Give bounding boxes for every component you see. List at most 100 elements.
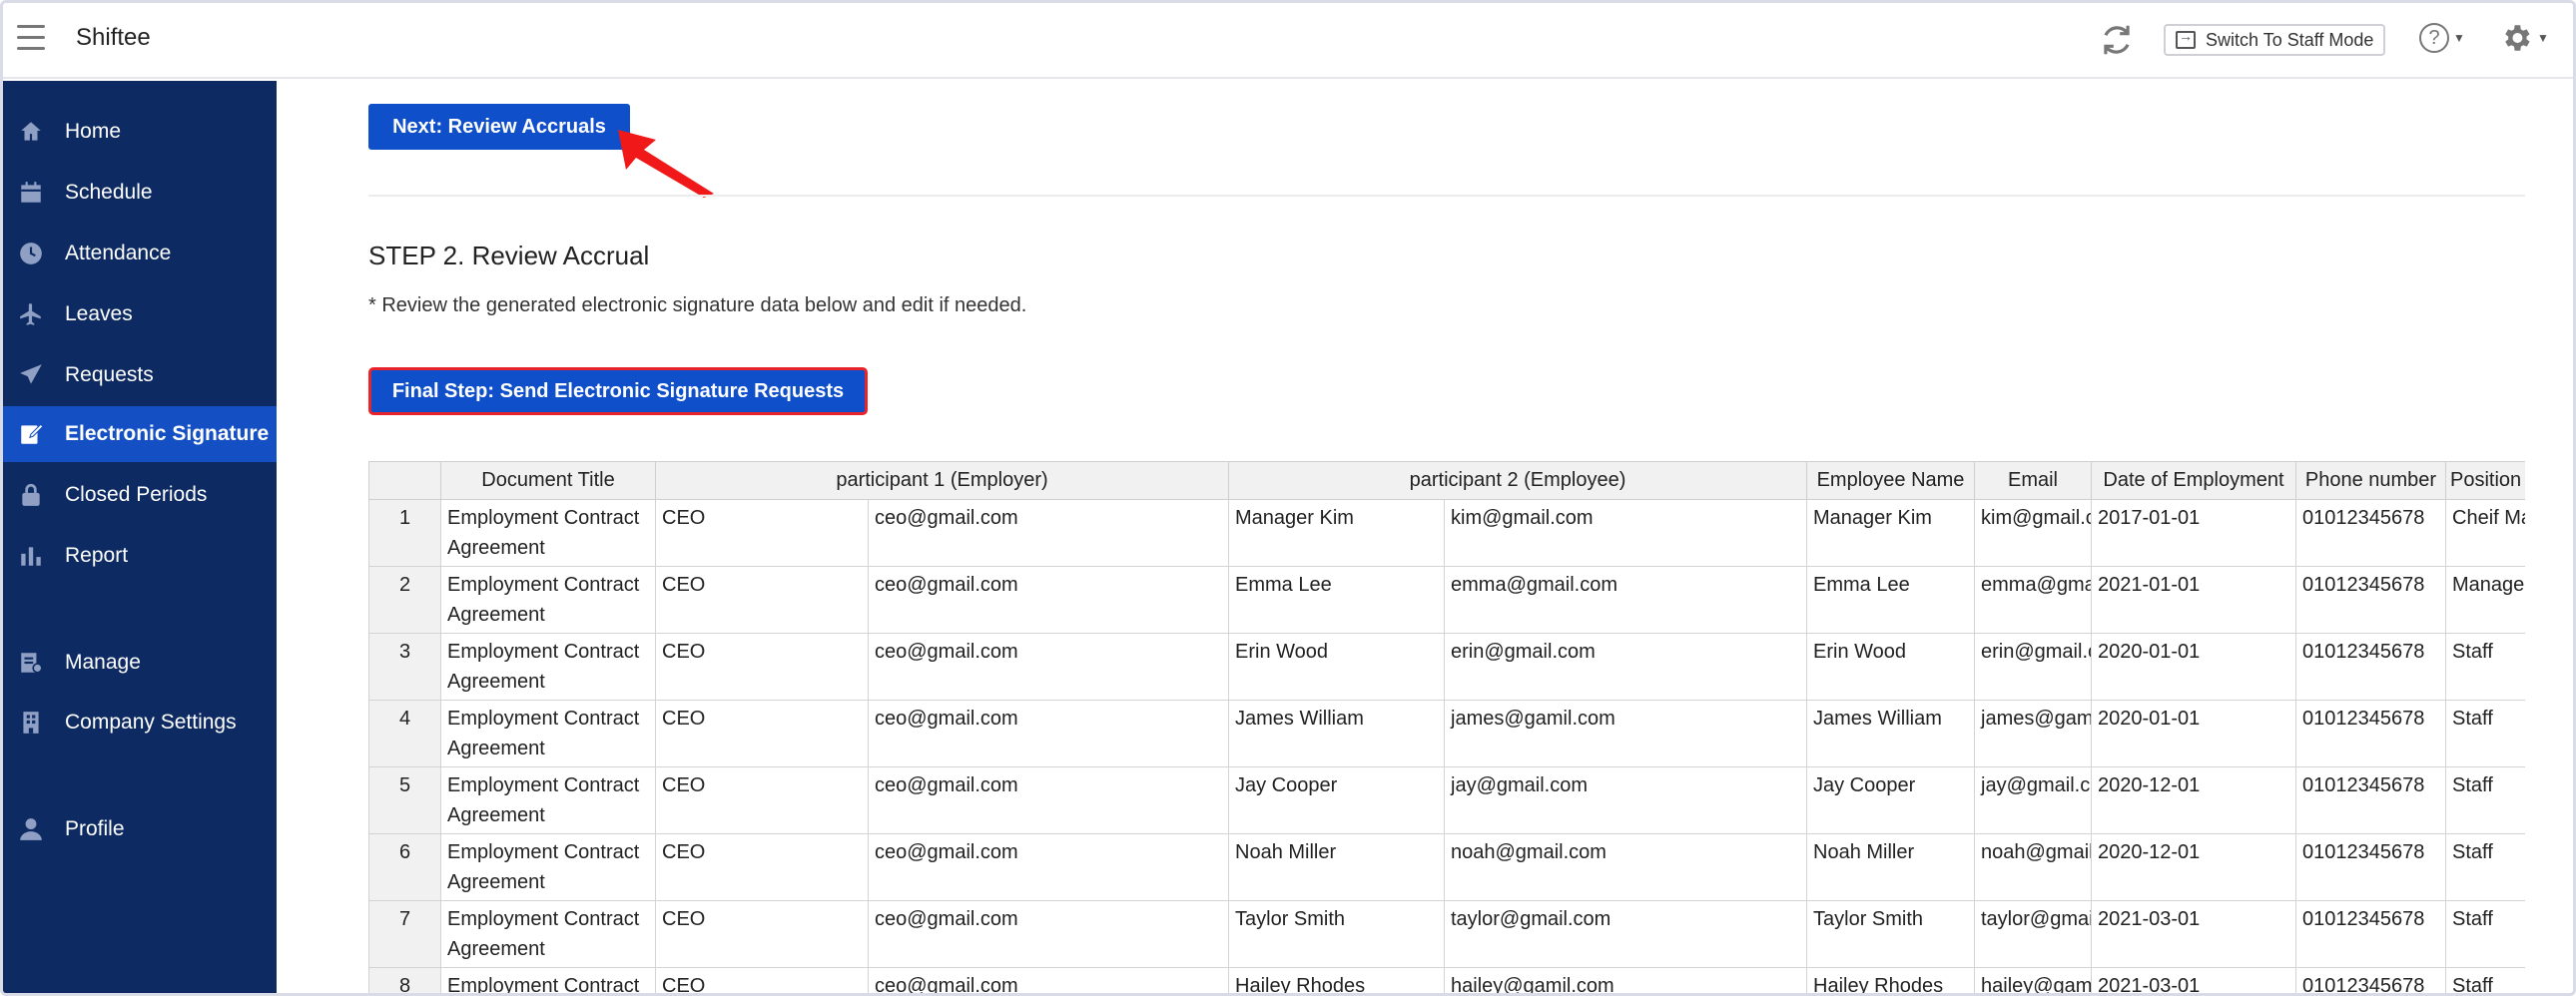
date-of-employment-cell[interactable]: 2020-12-01 — [2091, 766, 2296, 834]
position-cell[interactable]: Manager — [2445, 566, 2525, 634]
sidebar-item-requests[interactable]: Requests — [3, 347, 277, 403]
table-header[interactable]: Date of Employment — [2091, 461, 2296, 500]
phone-number-cell[interactable]: 01012345678 — [2295, 499, 2446, 567]
employee-participant-name-cell[interactable]: Jay Cooper — [1228, 766, 1445, 834]
employee-participant-name-cell[interactable]: Noah Miller — [1228, 833, 1445, 901]
sidebar-item-attendance[interactable]: Attendance — [3, 226, 277, 281]
table-header[interactable]: Email — [1974, 461, 2092, 500]
document-title-cell[interactable]: Employment Contract Agreement — [440, 499, 656, 567]
email-cell[interactable]: noah@gmail.com — [1974, 833, 2092, 901]
date-of-employment-cell[interactable]: 2021-03-01 — [2091, 900, 2296, 968]
employee-participant-name-cell[interactable]: Erin Wood — [1228, 633, 1445, 701]
employee-name-cell[interactable]: Manager Kim — [1806, 499, 1975, 567]
employee-name-cell[interactable]: James William — [1806, 700, 1975, 767]
phone-number-cell[interactable]: 01012345678 — [2295, 900, 2446, 968]
position-cell[interactable]: Cheif Manager — [2445, 499, 2525, 567]
employee-participant-email-cell[interactable]: hailey@gamil.com — [1444, 967, 1807, 993]
next-review-accruals-button[interactable]: Next: Review Accruals — [368, 104, 630, 150]
employee-participant-email-cell[interactable]: emma@gmail.com — [1444, 566, 1807, 634]
sidebar-item-electronic-signature[interactable]: Electronic Signature — [3, 406, 277, 462]
sidebar-item-manage[interactable]: Manage — [3, 635, 277, 691]
sidebar-item-leaves[interactable]: Leaves — [3, 286, 277, 342]
employer-name-cell[interactable]: CEO — [655, 900, 869, 968]
employer-email-cell[interactable]: ceo@gmail.com — [868, 833, 1229, 901]
document-title-cell[interactable]: Employment Contract Agreement — [440, 766, 656, 834]
settings-menu[interactable]: ▼ — [2499, 21, 2549, 55]
table-header[interactable]: participant 1 (Employer) — [655, 461, 1229, 500]
employee-name-cell[interactable]: Erin Wood — [1806, 633, 1975, 701]
phone-number-cell[interactable]: 01012345678 — [2295, 766, 2446, 834]
employer-email-cell[interactable]: ceo@gmail.com — [868, 566, 1229, 634]
employer-name-cell[interactable]: CEO — [655, 766, 869, 834]
date-of-employment-cell[interactable]: 2021-01-01 — [2091, 566, 2296, 634]
employer-name-cell[interactable]: CEO — [655, 633, 869, 701]
position-cell[interactable]: Staff — [2445, 700, 2525, 767]
employee-participant-name-cell[interactable]: Manager Kim — [1228, 499, 1445, 567]
sidebar-item-profile[interactable]: Profile — [3, 801, 277, 857]
employee-participant-email-cell[interactable]: james@gamil.com — [1444, 700, 1807, 767]
employer-name-cell[interactable]: CEO — [655, 700, 869, 767]
employer-email-cell[interactable]: ceo@gmail.com — [868, 499, 1229, 567]
employer-email-cell[interactable]: ceo@gmail.com — [868, 967, 1229, 993]
document-title-cell[interactable]: Employment Contract Agreement — [440, 900, 656, 968]
employee-participant-name-cell[interactable]: James William — [1228, 700, 1445, 767]
employee-participant-email-cell[interactable]: jay@gmail.com — [1444, 766, 1807, 834]
help-menu[interactable]: ? ▼ — [2419, 23, 2465, 53]
phone-number-cell[interactable]: 01012345678 — [2295, 833, 2446, 901]
sidebar-item-schedule[interactable]: Schedule — [3, 165, 277, 221]
email-cell[interactable]: james@gamil.com — [1974, 700, 2092, 767]
employer-name-cell[interactable]: CEO — [655, 499, 869, 567]
email-cell[interactable]: taylor@gmail.com — [1974, 900, 2092, 968]
phone-number-cell[interactable]: 01012345678 — [2295, 700, 2446, 767]
table-header[interactable]: Phone number — [2295, 461, 2446, 500]
document-title-cell[interactable]: Employment Contract Agreement — [440, 633, 656, 701]
refresh-icon[interactable] — [2098, 21, 2136, 59]
employee-participant-name-cell[interactable]: Emma Lee — [1228, 566, 1445, 634]
table-header[interactable]: Position — [2445, 461, 2525, 500]
position-cell[interactable]: Staff — [2445, 766, 2525, 834]
position-cell[interactable]: Staff — [2445, 900, 2525, 968]
document-title-cell[interactable]: Employment Contract Agreement — [440, 833, 656, 901]
employee-participant-email-cell[interactable]: noah@gmail.com — [1444, 833, 1807, 901]
table-header[interactable]: Employee Name — [1806, 461, 1975, 500]
email-cell[interactable]: jay@gmail.com — [1974, 766, 2092, 834]
table-header[interactable]: participant 2 (Employee) — [1228, 461, 1807, 500]
employee-name-cell[interactable]: Hailey Rhodes — [1806, 967, 1975, 993]
employee-participant-email-cell[interactable]: erin@gmail.com — [1444, 633, 1807, 701]
document-title-cell[interactable]: Employment Contract Agreement — [440, 566, 656, 634]
menu-icon[interactable] — [17, 25, 45, 51]
employee-participant-name-cell[interactable]: Taylor Smith — [1228, 900, 1445, 968]
sidebar-item-report[interactable]: Report — [3, 528, 277, 584]
date-of-employment-cell[interactable]: 2021-03-01 — [2091, 967, 2296, 993]
employer-email-cell[interactable]: ceo@gmail.com — [868, 700, 1229, 767]
employee-name-cell[interactable]: Noah Miller — [1806, 833, 1975, 901]
employee-name-cell[interactable]: Emma Lee — [1806, 566, 1975, 634]
employer-name-cell[interactable]: CEO — [655, 833, 869, 901]
document-title-cell[interactable]: Employment Contract Agreement — [440, 967, 656, 993]
phone-number-cell[interactable]: 01012345678 — [2295, 566, 2446, 634]
sidebar-item-home[interactable]: Home — [3, 104, 277, 160]
employer-email-cell[interactable]: ceo@gmail.com — [868, 900, 1229, 968]
position-cell[interactable]: Staff — [2445, 833, 2525, 901]
date-of-employment-cell[interactable]: 2020-12-01 — [2091, 833, 2296, 901]
email-cell[interactable]: erin@gmail.com — [1974, 633, 2092, 701]
employee-name-cell[interactable]: Taylor Smith — [1806, 900, 1975, 968]
email-cell[interactable]: kim@gmail.com — [1974, 499, 2092, 567]
employer-email-cell[interactable]: ceo@gmail.com — [868, 633, 1229, 701]
phone-number-cell[interactable]: 01012345678 — [2295, 633, 2446, 701]
position-cell[interactable]: Staff — [2445, 633, 2525, 701]
employer-email-cell[interactable]: ceo@gmail.com — [868, 766, 1229, 834]
position-cell[interactable]: Staff — [2445, 967, 2525, 993]
employer-name-cell[interactable]: CEO — [655, 967, 869, 993]
document-title-cell[interactable]: Employment Contract Agreement — [440, 700, 656, 767]
email-cell[interactable]: emma@gmail.com — [1974, 566, 2092, 634]
sidebar-item-company-settings[interactable]: Company Settings — [3, 695, 277, 750]
phone-number-cell[interactable]: 01012345678 — [2295, 967, 2446, 993]
switch-to-staff-mode-button[interactable]: Switch To Staff Mode — [2164, 24, 2385, 56]
date-of-employment-cell[interactable]: 2017-01-01 — [2091, 499, 2296, 567]
sidebar-item-closed-periods[interactable]: Closed Periods — [3, 467, 277, 523]
employee-name-cell[interactable]: Jay Cooper — [1806, 766, 1975, 834]
email-cell[interactable]: hailey@gamil.com — [1974, 967, 2092, 993]
send-electronic-signature-requests-button[interactable]: Final Step: Send Electronic Signature Re… — [368, 367, 868, 415]
date-of-employment-cell[interactable]: 2020-01-01 — [2091, 633, 2296, 701]
